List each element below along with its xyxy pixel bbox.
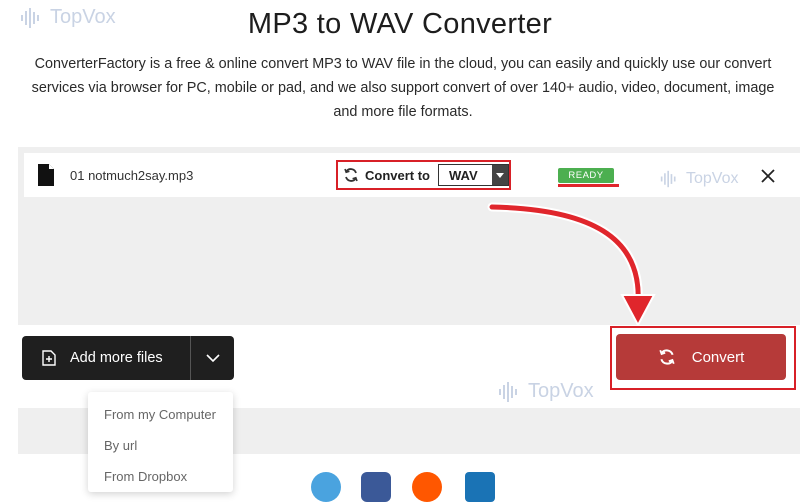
menu-item-from-computer[interactable]: From my Computer	[104, 407, 216, 422]
facebook-icon[interactable]	[361, 472, 391, 502]
reddit-icon[interactable]	[412, 472, 442, 502]
file-name: 01 notmuch2say.mp3	[70, 168, 194, 183]
arrow-annotation	[487, 202, 656, 328]
add-files-dropdown-toggle[interactable]	[191, 336, 234, 380]
add-file-icon	[42, 350, 56, 366]
add-files-label: Add more files	[70, 350, 163, 366]
page-title: MP3 to WAV Converter	[247, 8, 553, 40]
watermark-text: TopVox	[686, 170, 739, 187]
format-select[interactable]: WAV	[438, 164, 509, 186]
watermark-logo: TopVox	[498, 380, 594, 403]
status-badge: READY	[558, 168, 614, 183]
file-icon	[38, 164, 54, 186]
soundwave-icon	[660, 170, 676, 188]
twitter-icon[interactable]	[311, 472, 341, 502]
menu-item-by-url[interactable]: By url	[104, 438, 137, 453]
page-description: ConverterFactory is a free & online conv…	[31, 56, 775, 120]
chevron-down-icon	[205, 353, 220, 362]
add-files-menu: From my Computer By url From Dropbox	[88, 392, 233, 492]
convert-button[interactable]: Convert	[616, 334, 786, 380]
caret-down-icon[interactable]	[491, 165, 508, 185]
status-underline	[558, 184, 619, 187]
add-files-button[interactable]: Add more files	[22, 336, 190, 380]
format-value: WAV	[449, 167, 478, 183]
refresh-icon	[344, 168, 358, 182]
watermark-text: TopVox	[528, 380, 594, 402]
convert-label: Convert	[691, 348, 745, 366]
convert-to-box: Convert to WAV	[336, 160, 511, 190]
close-icon[interactable]	[757, 165, 779, 187]
watermark-logo: TopVox	[660, 170, 738, 188]
linkedin-icon[interactable]	[465, 472, 495, 502]
add-files-button-group: Add more files	[22, 336, 234, 380]
refresh-icon	[659, 349, 675, 365]
soundwave-icon	[499, 381, 517, 402]
menu-item-from-dropbox[interactable]: From Dropbox	[104, 469, 187, 484]
convert-to-label: Convert to	[365, 167, 430, 183]
